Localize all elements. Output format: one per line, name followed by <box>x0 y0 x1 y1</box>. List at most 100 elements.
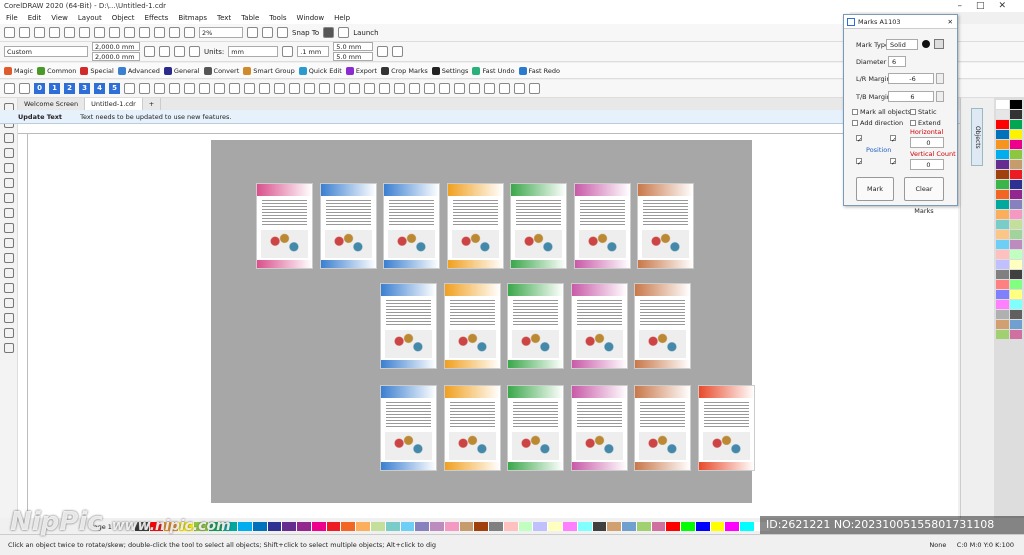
show-grid-icon[interactable] <box>277 27 288 38</box>
palette-swatch[interactable] <box>1009 330 1022 339</box>
cut-icon[interactable] <box>64 27 75 38</box>
units-select[interactable]: mm <box>228 46 279 57</box>
objects-docker-tab[interactable]: Objects <box>971 108 983 166</box>
tab-welcome[interactable]: Welcome Screen <box>18 98 86 110</box>
print-icon[interactable] <box>49 27 60 38</box>
mark-all-checkbox[interactable]: Mark all objects <box>852 108 911 116</box>
palette-swatch[interactable] <box>1009 240 1022 249</box>
palette-swatch[interactable] <box>1009 320 1022 329</box>
corner-bl-checkbox[interactable]: ✓ <box>856 158 862 167</box>
open-icon[interactable] <box>19 27 30 38</box>
window-controls[interactable]: –□✕ <box>957 0 1020 12</box>
palette-swatch[interactable] <box>267 522 283 531</box>
static-checkbox[interactable]: Static <box>910 108 937 116</box>
undo-icon[interactable] <box>109 27 120 38</box>
palette-swatch[interactable] <box>996 110 1009 119</box>
crop-icon[interactable] <box>259 83 270 94</box>
palette-swatch[interactable] <box>385 522 401 531</box>
palette-icon[interactable] <box>214 83 225 94</box>
palette-swatch[interactable] <box>297 522 312 531</box>
export-icon[interactable] <box>169 27 180 38</box>
lr-margin-field[interactable]: -6 <box>888 73 934 84</box>
poster-thumbnail[interactable] <box>634 385 691 471</box>
palette-swatch[interactable] <box>1009 310 1022 319</box>
all-pages-icon[interactable] <box>174 46 185 57</box>
palette-swatch[interactable] <box>1009 290 1022 299</box>
palette-swatch[interactable] <box>533 522 549 531</box>
freehand-tool-icon[interactable] <box>3 163 14 173</box>
image-icon[interactable] <box>199 83 210 94</box>
mark-type-select[interactable]: Solid <box>886 39 918 50</box>
align-left-icon[interactable] <box>139 83 150 94</box>
ungroup-icon[interactable] <box>379 83 390 94</box>
menu-layout[interactable]: Layout <box>78 12 102 24</box>
corner-br-checkbox[interactable]: ✓ <box>890 158 896 167</box>
palette-swatch[interactable] <box>996 320 1009 329</box>
poster-thumbnail[interactable] <box>446 183 504 269</box>
palette-swatch[interactable] <box>562 522 578 531</box>
plugin-crop-marks[interactable]: Crop Marks <box>381 66 428 75</box>
palette-swatch[interactable] <box>548 522 563 531</box>
palette-swatch[interactable] <box>356 522 372 531</box>
palette-swatch[interactable] <box>725 522 741 531</box>
palette-swatch[interactable] <box>444 522 460 531</box>
palette-swatch[interactable] <box>282 522 298 531</box>
fill-icon[interactable] <box>469 83 480 94</box>
palette-swatch[interactable] <box>1009 160 1022 169</box>
palette-swatch[interactable] <box>695 522 711 531</box>
add-page-icon[interactable] <box>392 46 404 57</box>
convert-curves-icon[interactable] <box>454 83 465 94</box>
page-preset-select[interactable]: Custom <box>4 46 88 57</box>
zoom-tool-icon[interactable] <box>3 148 14 158</box>
palette-swatch[interactable] <box>1009 300 1022 309</box>
palette-swatch[interactable] <box>996 190 1009 199</box>
mark-style-icon[interactable] <box>934 39 944 49</box>
palette-swatch[interactable] <box>622 522 637 531</box>
palette-swatch[interactable] <box>996 300 1009 309</box>
palette-swatch[interactable] <box>341 522 357 531</box>
landscape-icon[interactable] <box>159 46 170 57</box>
palette-swatch[interactable] <box>1009 150 1022 159</box>
polygon-tool-icon[interactable] <box>3 223 14 233</box>
corner-tr-checkbox[interactable]: ✓ <box>890 135 896 144</box>
palette-swatch[interactable] <box>1009 170 1022 179</box>
poster-thumbnail[interactable] <box>383 183 440 269</box>
zoom-level-field[interactable]: 2% <box>199 27 243 38</box>
palette-swatch[interactable] <box>577 522 593 531</box>
h-count-field[interactable]: 0 <box>910 137 944 148</box>
horizontal-ruler[interactable] <box>18 124 958 134</box>
palette-swatch[interactable] <box>459 522 475 531</box>
palette-swatch[interactable] <box>996 180 1009 189</box>
menu-text[interactable]: Text <box>217 12 231 24</box>
group-icon[interactable] <box>364 83 375 94</box>
lr-margin-spinner[interactable] <box>936 73 944 84</box>
align-right-icon[interactable] <box>169 83 180 94</box>
menu-table[interactable]: Table <box>241 12 259 24</box>
tb-margin-field[interactable]: 6 <box>888 91 934 102</box>
v-count-field[interactable]: 0 <box>910 159 944 170</box>
palette-swatch[interactable] <box>996 200 1009 209</box>
poster-thumbnail[interactable] <box>634 283 691 369</box>
poster-thumbnail[interactable] <box>319 183 377 269</box>
plugin-fast-redo[interactable]: Fast Redo <box>518 66 560 75</box>
poster-thumbnail[interactable] <box>573 183 631 269</box>
palette-swatch[interactable] <box>1009 180 1022 189</box>
palette-swatch[interactable] <box>371 522 386 531</box>
poster-thumbnail[interactable] <box>510 183 567 269</box>
to-front-icon[interactable] <box>424 83 435 94</box>
palette-swatch[interactable] <box>252 522 268 531</box>
new-document-icon[interactable] <box>4 27 15 38</box>
palette-swatch[interactable] <box>518 522 534 531</box>
poster-thumbnail[interactable] <box>380 283 437 369</box>
launch-menu[interactable]: Launch <box>353 29 378 37</box>
number-button-1[interactable]: 1 <box>49 83 60 94</box>
plugin-convert[interactable]: Convert <box>203 66 239 75</box>
eyedropper-icon[interactable] <box>3 313 14 323</box>
outline-status[interactable]: C:0 M:0 Y:0 K:100 <box>957 541 1014 549</box>
page-area[interactable] <box>211 140 755 503</box>
menu-view[interactable]: View <box>51 12 68 24</box>
palette-swatch[interactable] <box>996 160 1009 169</box>
add-direction-checkbox[interactable]: Add direction <box>852 119 903 127</box>
palette-swatch[interactable] <box>311 522 327 531</box>
menu-object[interactable]: Object <box>112 12 135 24</box>
